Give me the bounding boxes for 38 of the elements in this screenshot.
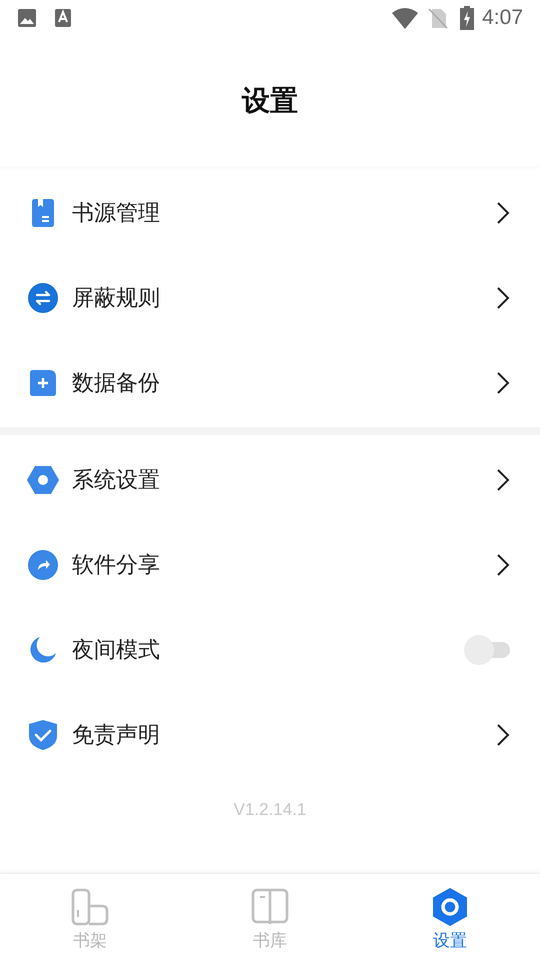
font-icon <box>54 9 72 27</box>
hexagon-icon <box>27 466 59 494</box>
row-label: 书源管理 <box>72 199 161 227</box>
settings-row[interactable]: 系统设置 <box>0 437 540 522</box>
row-label: 系统设置 <box>72 466 161 494</box>
no-sim-icon <box>428 7 448 29</box>
chevron-right-icon <box>496 552 510 576</box>
settings-row[interactable]: 免责声明 <box>0 692 540 777</box>
row-label: 屏蔽规则 <box>72 284 161 312</box>
hexagon-icon <box>432 888 468 926</box>
shield-check-icon <box>29 720 57 750</box>
settings-row[interactable]: 数据备份 <box>0 340 540 425</box>
wifi-icon <box>392 7 418 29</box>
moon-icon <box>29 636 57 664</box>
settings-row[interactable]: 书源管理 <box>0 170 540 255</box>
clock-time: 4:07 <box>482 5 523 32</box>
chevron-right-icon <box>496 468 510 492</box>
night-mode-toggle[interactable] <box>464 634 510 664</box>
nav-tab[interactable]: 设置 <box>360 874 540 960</box>
swap-arrows-icon <box>28 282 58 312</box>
row-label: 数据备份 <box>72 369 161 397</box>
row-label: 夜间模式 <box>72 636 161 664</box>
chevron-right-icon <box>496 722 510 746</box>
settings-row[interactable]: 软件分享 <box>0 522 540 607</box>
image-icon <box>17 8 37 28</box>
chevron-right-icon <box>496 200 510 224</box>
row-label: 免责声明 <box>72 721 161 749</box>
plus-icon <box>29 368 57 396</box>
bookmark-book-icon <box>30 198 56 226</box>
open-book-icon <box>251 888 289 926</box>
settings-row[interactable]: 夜间模式 <box>0 607 540 692</box>
battery-charging-icon <box>460 6 474 30</box>
chevron-right-icon <box>496 286 510 310</box>
settings-row[interactable]: 屏蔽规则 <box>0 255 540 340</box>
row-label: 软件分享 <box>72 551 161 579</box>
bookshelf-icon <box>71 888 109 926</box>
page-title: 设置 <box>242 84 298 118</box>
chevron-right-icon <box>496 370 510 394</box>
